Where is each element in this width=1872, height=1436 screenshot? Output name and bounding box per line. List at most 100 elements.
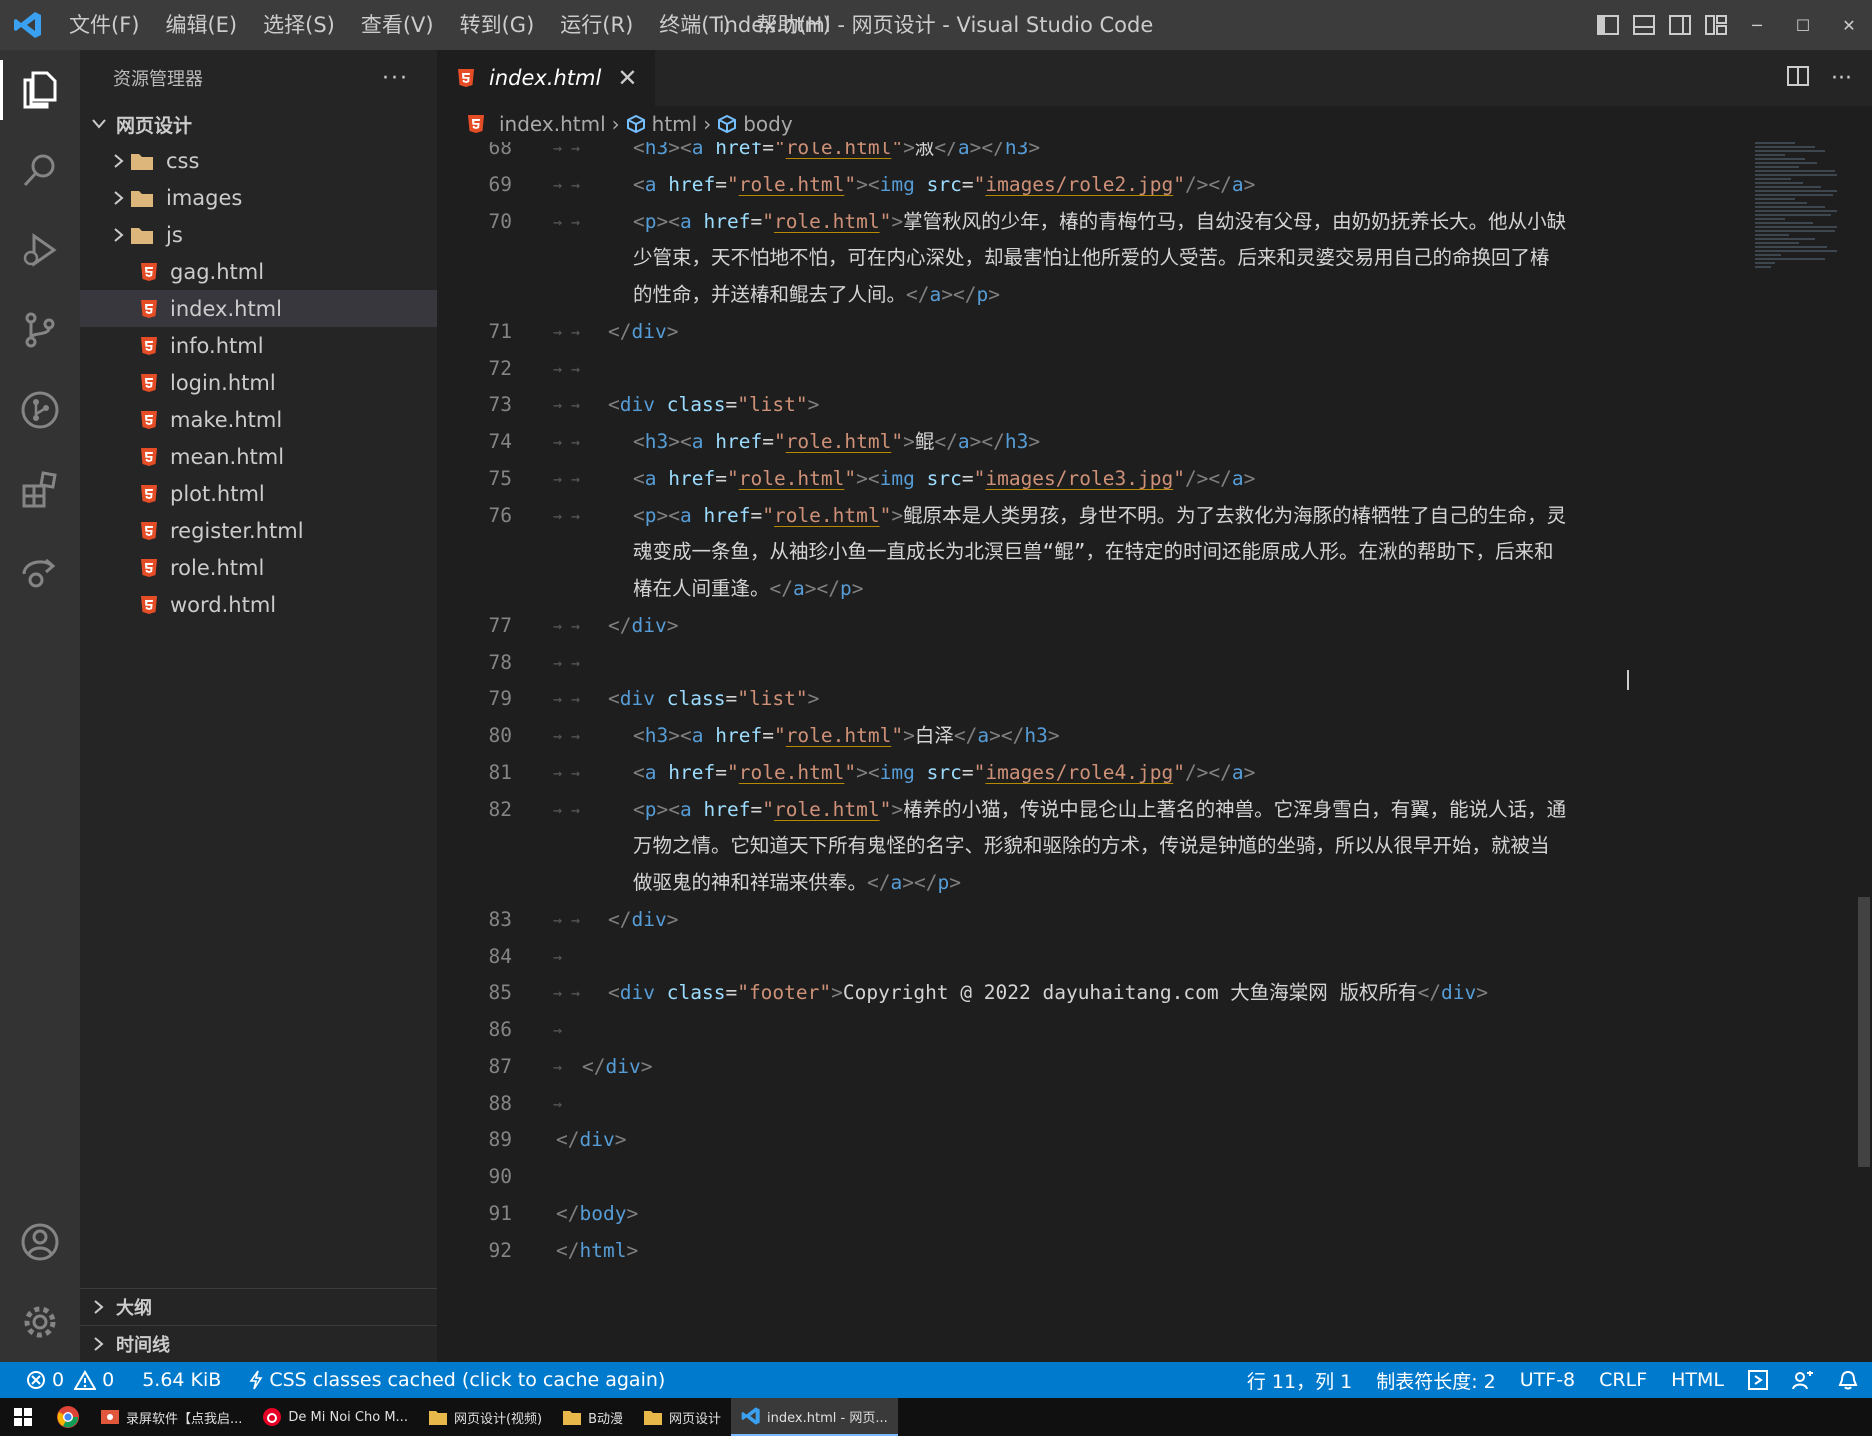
git-graph-icon[interactable] [0, 370, 80, 450]
line-number: 79 [488, 687, 512, 711]
attr-value: images/role2.jpg [985, 172, 1174, 196]
line-number: 81 [488, 760, 512, 784]
code-line: 82 → → <p><a href="role.html">椿养的小猫，传说中昆… [437, 792, 1757, 829]
file-label: role.html [170, 555, 265, 580]
file-make-html[interactable]: make.html [80, 401, 437, 438]
status-left: 0 0 5.64 KiB CSS classes cached (click t… [0, 1362, 665, 1398]
scrollbar-thumb[interactable] [1858, 897, 1870, 1167]
menu-file[interactable]: 文件(F) [56, 0, 152, 50]
menu-go[interactable]: 转到(G) [447, 0, 548, 50]
outline-section[interactable]: 大纲 [80, 1288, 437, 1325]
cursor-position[interactable]: 行 11，列 1 [1247, 1367, 1352, 1394]
html5-file-icon [140, 410, 170, 430]
file-size[interactable]: 5.64 KiB [142, 1369, 221, 1391]
file-word-html[interactable]: word.html [80, 586, 437, 623]
file-role-html[interactable]: role.html [80, 549, 437, 586]
indent-guide: → [553, 1094, 563, 1113]
file-gag-html[interactable]: gag.html [80, 253, 437, 290]
more-actions-icon[interactable]: ··· [1831, 66, 1852, 91]
tab-label: index.html [489, 66, 602, 90]
live-preview-icon[interactable] [1748, 1370, 1768, 1390]
lightning-icon [249, 1370, 263, 1390]
search-icon[interactable] [0, 130, 80, 210]
file-info-html[interactable]: info.html [80, 327, 437, 364]
indent-guide: → → [553, 616, 581, 635]
folder-js[interactable]: js [80, 216, 437, 253]
indent-guide: → → [553, 396, 581, 415]
code-editor[interactable]: 68 → → <h3><a href="role.html">淑</a></h3… [437, 142, 1757, 1362]
file-register-html[interactable]: register.html [80, 512, 437, 549]
settings-gear-icon[interactable] [0, 1282, 80, 1362]
file-mean-html[interactable]: mean.html [80, 438, 437, 475]
extensions-icon[interactable] [0, 450, 80, 530]
minimize-icon[interactable]: ─ [1734, 0, 1780, 50]
accounts-icon[interactable] [0, 1202, 80, 1282]
code-line: 68 → → <h3><a href="role.html">淑</a></h3… [437, 142, 1757, 167]
line-number: 75 [488, 466, 512, 490]
taskbar-app-music[interactable]: De Mi Noi Cho M... [252, 1398, 418, 1436]
taskbar-app-folder-web[interactable]: 网页设计 [633, 1398, 731, 1436]
line-content: </html> [556, 1238, 639, 1262]
notifications-bell-icon[interactable] [1838, 1370, 1858, 1390]
timeline-section[interactable]: 时间线 [80, 1325, 437, 1362]
file-plot-html[interactable]: plot.html [80, 475, 437, 512]
line-content: <h3><a href="role.html">白泽</a></h3> [633, 724, 1060, 747]
menu-edit[interactable]: 编辑(E) [152, 0, 250, 50]
line-content: <p><a href="role.html">鲲原本是人类男孩，身世不明。为了去… [633, 503, 1567, 527]
code-lines: 68 → → <h3><a href="role.html">淑</a></h3… [437, 142, 1757, 1269]
timeline-label: 时间线 [116, 1335, 170, 1356]
breadcrumb-file[interactable]: index.html [467, 112, 606, 136]
close-tab-icon[interactable]: ✕ [617, 64, 637, 92]
breadcrumb-html[interactable]: html [626, 112, 697, 136]
folder-css[interactable]: css [80, 142, 437, 179]
workspace-root[interactable]: 网页设计 [80, 106, 437, 142]
title-actions: ─ ☐ ✕ [1590, 0, 1872, 50]
taskbar-app-folder-anime[interactable]: B动漫 [552, 1398, 633, 1436]
tab-index-html[interactable]: index.html ✕ [437, 50, 656, 106]
vertical-scrollbar[interactable] [1856, 142, 1872, 1362]
error-icon [26, 1370, 46, 1390]
css-cache-status[interactable]: CSS classes cached (click to cache again… [249, 1369, 665, 1391]
toggle-panel-icon[interactable] [1626, 0, 1662, 50]
line-content: </div> [582, 1054, 653, 1078]
code-line: 90 [437, 1159, 1757, 1196]
encoding[interactable]: UTF-8 [1520, 1369, 1575, 1391]
run-debug-icon[interactable] [0, 210, 80, 290]
explorer-sidebar: 资源管理器 ··· 网页设计 css images js gag.html in… [80, 50, 437, 1362]
chrome-taskbar-icon[interactable] [46, 1398, 90, 1436]
remote-explorer-icon[interactable] [0, 530, 80, 610]
toggle-sidebar-icon[interactable] [1590, 0, 1626, 50]
menu-selection[interactable]: 选择(S) [250, 0, 348, 50]
tab-size[interactable]: 制表符长度: 2 [1376, 1367, 1496, 1394]
more-actions-icon[interactable]: ··· [382, 66, 409, 91]
problems-indicator[interactable]: 0 0 [26, 1369, 114, 1391]
taskbar-app-recorder[interactable]: 录屏软件【点我启... [90, 1398, 252, 1436]
breadcrumb-body[interactable]: body [717, 112, 793, 136]
file-index-html[interactable]: index.html [80, 290, 437, 327]
customize-layout-icon[interactable] [1698, 0, 1734, 50]
split-editor-icon[interactable] [1787, 66, 1810, 90]
minimap[interactable] [1755, 142, 1855, 382]
folder-images[interactable]: images [80, 179, 437, 216]
explorer-icon[interactable] [0, 50, 80, 130]
menu-view[interactable]: 查看(V) [348, 0, 447, 50]
html5-file-icon [140, 262, 170, 282]
menu-help[interactable]: 帮助(H) [743, 0, 843, 50]
taskbar-app-folder-video[interactable]: 网页设计(视频) [418, 1398, 552, 1436]
maximize-icon[interactable]: ☐ [1780, 0, 1826, 50]
text-node: Copyright @ 2022 dayuhaitang.com 大鱼海棠网 版… [842, 981, 1418, 1005]
file-login-html[interactable]: login.html [80, 364, 437, 401]
feedback-icon[interactable] [1792, 1370, 1814, 1390]
windows-start-icon[interactable] [0, 1398, 46, 1436]
line-ending[interactable]: CRLF [1599, 1369, 1647, 1391]
attr-value: role.html [773, 209, 880, 233]
close-window-icon[interactable]: ✕ [1826, 0, 1872, 50]
taskbar-app-vscode[interactable]: index.html - 网页... [731, 1398, 898, 1436]
source-control-icon[interactable] [0, 290, 80, 370]
warning-count: 0 [102, 1369, 115, 1391]
menu-terminal[interactable]: 终端(T) [646, 0, 743, 50]
toggle-secondary-sidebar-icon[interactable] [1662, 0, 1698, 50]
language-mode[interactable]: HTML [1671, 1369, 1724, 1391]
menu-run[interactable]: 运行(R) [547, 0, 646, 50]
line-number: 89 [488, 1128, 512, 1152]
